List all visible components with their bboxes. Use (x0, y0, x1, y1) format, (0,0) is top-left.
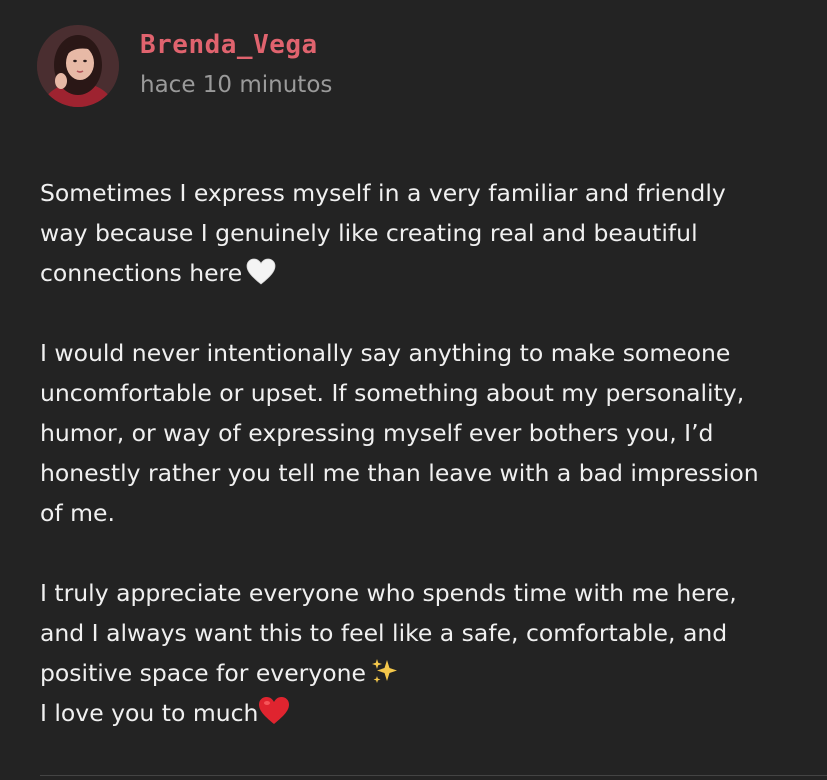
white-heart-icon (246, 258, 276, 298)
author-username[interactable]: Brenda_Vega (140, 28, 318, 62)
post-line: way because I genuinely like creating re… (40, 219, 698, 247)
post-line: I love you to much (40, 693, 800, 733)
avatar[interactable] (37, 25, 119, 107)
red-heart-icon (258, 696, 290, 738)
post-timestamp: hace 10 minutos (140, 72, 333, 98)
post-line: honestly rather you tell me than leave w… (40, 459, 759, 487)
post-line-text: I love you to much (40, 699, 259, 727)
post-line: of me. (40, 499, 115, 527)
post-line: and I always want this to feel like a sa… (40, 619, 728, 647)
post-line: humor, or way of expressing myself ever … (40, 419, 714, 447)
post-line-text: positive space for everyone (40, 659, 366, 687)
post-line: I would never intentionally say anything… (40, 339, 731, 367)
post-body: Sometimes I express myself in a very fam… (40, 173, 800, 733)
post-line-text: connections here (40, 259, 243, 287)
post-line: Sometimes I express myself in a very fam… (40, 179, 726, 207)
post-line: I truly appreciate everyone who spends t… (40, 579, 737, 607)
post-line: connections here (40, 253, 800, 293)
post-line: uncomfortable or upset. If something abo… (40, 379, 745, 407)
profile-photo-icon (37, 25, 119, 107)
post-card: Brenda_Vega hace 10 minutos Sometimes I … (0, 0, 827, 780)
post-line: positive space for everyone (40, 653, 800, 693)
divider (40, 775, 827, 776)
sparkles-icon (370, 656, 400, 698)
